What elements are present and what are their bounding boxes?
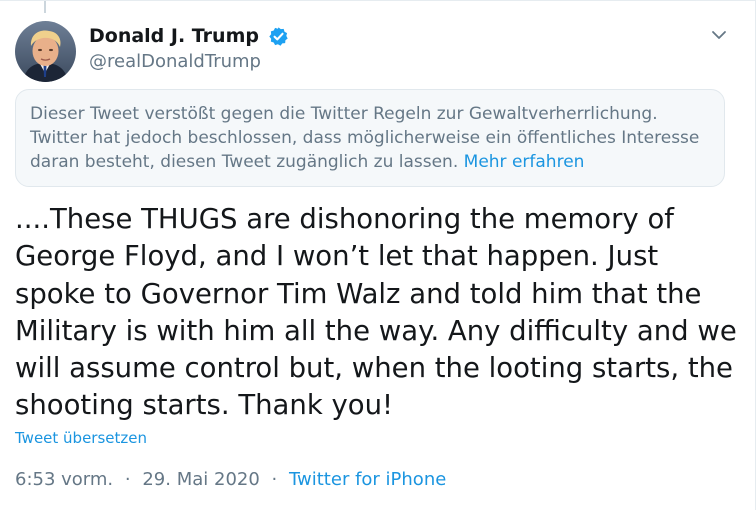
translate-tweet-link[interactable]: Tweet übersetzen [15,429,147,447]
notice-text: Dieser Tweet verstößt gegen die Twitter … [30,104,700,172]
meta-separator: · [271,469,278,490]
tweet-metadata: 6:53 vorm. · 29. Mai 2020 · Twitter for … [15,469,446,490]
avatar[interactable] [15,21,76,82]
tweet-text: ....These THUGS are dishonoring the memo… [15,203,746,422]
tweet-time[interactable]: 6:53 vorm. [15,469,113,490]
tweet-date[interactable]: 29. Mai 2020 [142,469,259,490]
chevron-down-icon[interactable] [709,25,729,45]
avatar-portrait [15,21,76,82]
tweet-source-link[interactable]: Twitter for iPhone [289,469,446,490]
verified-badge-icon [268,26,289,47]
thread-connector-line [44,1,46,13]
author-block: Donald J. Trump @realDonaldTrump [89,25,289,72]
tweet-header: Donald J. Trump @realDonaldTrump [15,19,727,83]
meta-separator: · [124,469,131,490]
learn-more-link[interactable]: Mehr erfahren [464,152,585,172]
public-interest-notice: Dieser Tweet verstößt gegen die Twitter … [15,89,725,187]
author-display-name[interactable]: Donald J. Trump [89,25,259,47]
author-handle[interactable]: @realDonaldTrump [89,51,289,72]
tweet-detail: Donald J. Trump @realDonaldTrump Dieser … [0,0,756,510]
